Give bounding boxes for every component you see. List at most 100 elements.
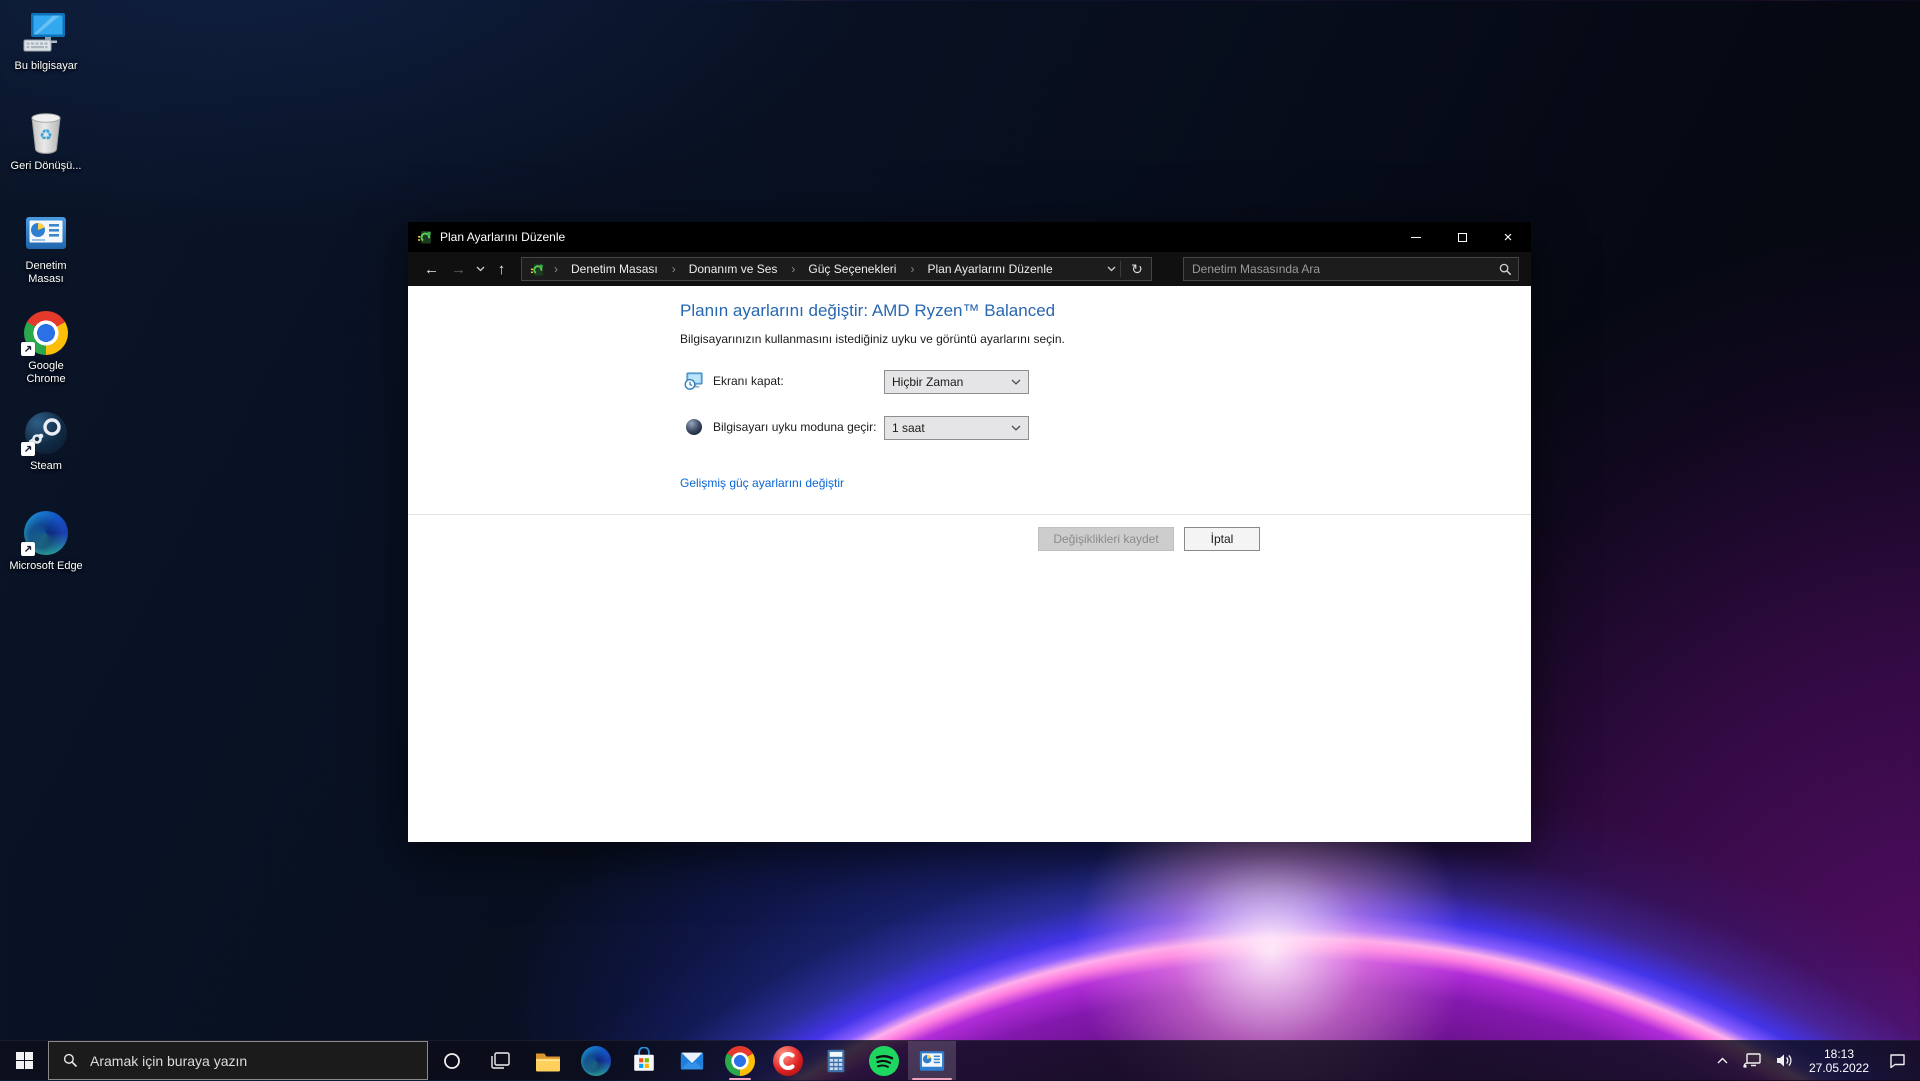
- desktop-icon-label: Bu bilgisayar: [8, 60, 84, 73]
- desktop-icon-label: Steam: [8, 460, 84, 473]
- setting-label: Ekranı kapat:: [713, 374, 784, 388]
- desktop-icon-recycle-bin[interactable]: ♻ Geri Dönüşü...: [4, 102, 88, 202]
- turn-off-display-row: Ekranı kapat:: [684, 371, 784, 391]
- selected-value: Hiçbir Zaman: [892, 375, 963, 389]
- microsoft-store-button[interactable]: [620, 1041, 668, 1080]
- cortana-icon: [443, 1052, 461, 1070]
- edge-icon: [581, 1046, 611, 1076]
- taskbar-clock[interactable]: 18:13 27.05.2022: [1800, 1047, 1878, 1075]
- desktop-icon-control-panel[interactable]: Denetim Masası: [4, 202, 88, 302]
- minimize-button[interactable]: [1393, 222, 1439, 252]
- chevron-down-icon: [1011, 379, 1021, 385]
- address-dropdown-icon[interactable]: [1107, 266, 1116, 272]
- volume-tray-button[interactable]: [1768, 1041, 1800, 1081]
- power-plan-icon-small: [530, 262, 545, 277]
- minimize-icon: [1411, 237, 1421, 238]
- clock-time: 18:13: [1800, 1047, 1878, 1061]
- recent-pages-button[interactable]: [472, 266, 488, 272]
- calculator-button[interactable]: [812, 1041, 860, 1080]
- task-view-button[interactable]: [476, 1041, 524, 1080]
- address-bar[interactable]: Denetim Masası Donanım ve Ses Güç Seçene…: [521, 257, 1152, 281]
- chrome-icon: [725, 1046, 755, 1076]
- desktop-icon-microsoft-edge[interactable]: Microsoft Edge: [4, 502, 88, 602]
- breadcrumb-power-options[interactable]: Güç Seçenekleri: [784, 262, 903, 276]
- recycle-bin-icon: ♻: [22, 109, 70, 157]
- sleep-row: Bilgisayarı uyku moduna geçir:: [684, 417, 876, 437]
- sleep-icon: [684, 417, 704, 437]
- page-subtitle: Bilgisayarınızın kullanmasını istediğini…: [680, 332, 1065, 346]
- desktop-icon-this-pc[interactable]: Bu bilgisayar: [4, 2, 88, 102]
- chrome-button[interactable]: [716, 1041, 764, 1080]
- cortana-button[interactable]: [428, 1041, 476, 1080]
- save-changes-button[interactable]: Değişiklikleri kaydet: [1038, 527, 1174, 551]
- desktop-icon-steam[interactable]: Steam: [4, 402, 88, 502]
- power-plan-icon: [417, 229, 433, 245]
- up-icon: ↑: [498, 261, 506, 278]
- taskbar-searchbox[interactable]: [48, 1041, 428, 1080]
- clock-date: 27.05.2022: [1800, 1061, 1878, 1075]
- breadcrumb-control-panel[interactable]: Denetim Masası: [547, 262, 665, 276]
- close-button[interactable]: ×: [1485, 222, 1531, 252]
- maximize-icon: [1458, 233, 1467, 242]
- steam-icon: [22, 409, 70, 457]
- desktop-icon-label: Google Chrome: [8, 360, 84, 386]
- refresh-icon: ↻: [1131, 261, 1143, 277]
- breadcrumb-hardware-sound[interactable]: Donanım ve Ses: [665, 262, 785, 276]
- forward-icon: →: [451, 261, 466, 278]
- divider: [1120, 261, 1121, 277]
- power-plan-window: Plan Ayarlarını Düzenle × ← → ↑: [408, 222, 1531, 842]
- mail-icon: [678, 1047, 706, 1075]
- ccleaner-button[interactable]: [764, 1041, 812, 1080]
- task-view-icon: [491, 1052, 510, 1069]
- search-input[interactable]: [1192, 262, 1499, 276]
- edge-button[interactable]: [572, 1041, 620, 1080]
- file-explorer-button[interactable]: [524, 1041, 572, 1080]
- turn-off-display-select[interactable]: Hiçbir Zaman: [884, 370, 1029, 394]
- refresh-button[interactable]: ↻: [1125, 261, 1149, 278]
- spotify-button[interactable]: [860, 1041, 908, 1080]
- desktop-icon-label: Geri Dönüşü...: [8, 160, 84, 173]
- chevron-down-icon: [1011, 425, 1021, 431]
- taskbar: 18:13 27.05.2022: [0, 1040, 1920, 1080]
- shortcut-arrow-icon: [21, 542, 35, 556]
- close-icon: ×: [1504, 229, 1513, 246]
- titlebar[interactable]: Plan Ayarlarını Düzenle ×: [408, 222, 1531, 252]
- tray-overflow-button[interactable]: [1708, 1041, 1736, 1081]
- action-center-button[interactable]: [1878, 1041, 1916, 1081]
- file-explorer-icon: [533, 1046, 563, 1076]
- window-title: Plan Ayarlarını Düzenle: [440, 230, 565, 244]
- shortcut-arrow-icon: [21, 342, 35, 356]
- desktop-icon-google-chrome[interactable]: Google Chrome: [4, 302, 88, 402]
- action-center-icon: [1889, 1053, 1906, 1069]
- control-panel-button[interactable]: [908, 1041, 956, 1080]
- control-panel-icon: [22, 209, 70, 257]
- cancel-button[interactable]: İptal: [1184, 527, 1260, 551]
- chrome-icon: [22, 309, 70, 357]
- page-title: Planın ayarlarını değiştir: AMD Ryzen™ B…: [680, 301, 1055, 321]
- sleep-select[interactable]: 1 saat: [884, 416, 1029, 440]
- windows-logo-icon: [16, 1052, 33, 1069]
- up-button[interactable]: ↑: [488, 261, 515, 278]
- window-content: Planın ayarlarını değiştir: AMD Ryzen™ B…: [408, 286, 1531, 842]
- network-tray-button[interactable]: [1736, 1041, 1768, 1081]
- selected-value: 1 saat: [892, 421, 925, 435]
- search-icon: [1499, 263, 1512, 276]
- store-icon: [630, 1047, 658, 1075]
- spotify-icon: [869, 1046, 899, 1076]
- calculator-icon: [822, 1047, 850, 1075]
- back-button[interactable]: ←: [418, 261, 445, 278]
- control-panel-searchbox[interactable]: [1183, 257, 1519, 281]
- forward-button[interactable]: →: [445, 261, 472, 278]
- start-button[interactable]: [0, 1041, 48, 1080]
- search-icon: [63, 1053, 78, 1068]
- taskbar-search-input[interactable]: [90, 1053, 417, 1069]
- desktop-icon-list: Bu bilgisayar ♻ Geri Dönüşü...: [4, 2, 88, 602]
- maximize-button[interactable]: [1439, 222, 1485, 252]
- ccleaner-icon: [773, 1046, 803, 1076]
- breadcrumb-edit-plan-settings[interactable]: Plan Ayarlarını Düzenle: [903, 262, 1059, 276]
- setting-label: Bilgisayarı uyku moduna geçir:: [713, 420, 876, 434]
- advanced-power-settings-link[interactable]: Gelişmiş güç ayarlarını değiştir: [680, 476, 844, 490]
- shortcut-arrow-icon: [21, 442, 35, 456]
- mail-button[interactable]: [668, 1041, 716, 1080]
- chevron-up-icon: [1717, 1057, 1728, 1064]
